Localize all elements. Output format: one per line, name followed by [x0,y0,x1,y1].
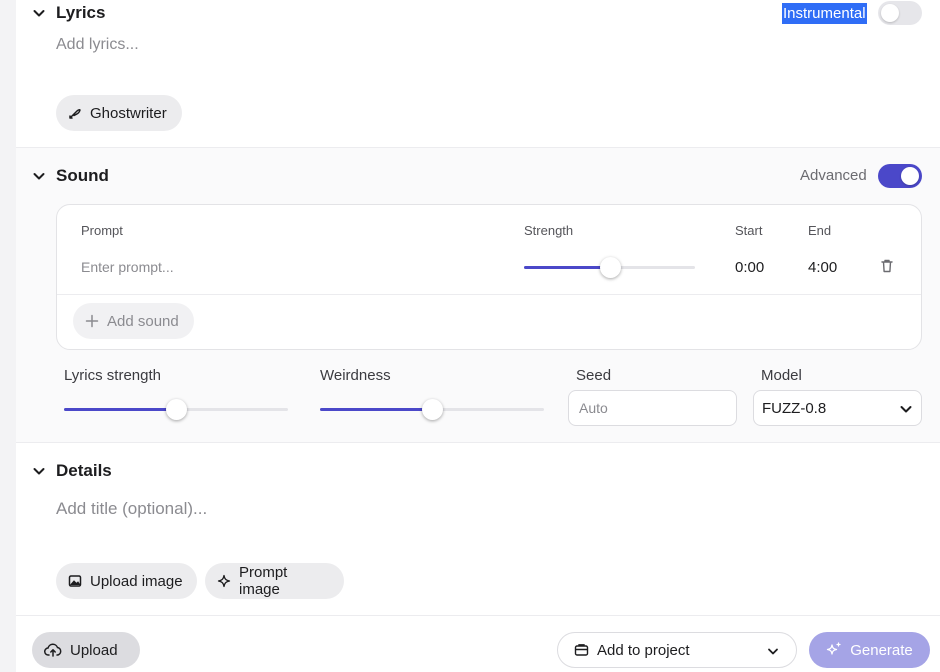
sound-section: Sound Advanced Prompt Strength Start End… [16,148,940,443]
upload-image-button[interactable]: Upload image [56,563,197,599]
prompt-column-header: Prompt [81,223,123,238]
model-value: FUZZ-0.8 [762,399,827,417]
lyrics-title: Lyrics [56,3,106,22]
lyrics-section: Lyrics Instrumental Add lyrics... Ghostw… [16,0,940,148]
generate-label: Generate [850,641,913,659]
stars-icon [827,642,841,655]
weirdness-slider[interactable] [320,399,544,420]
prompt-image-label: Prompt image [239,564,288,598]
add-sound-button[interactable]: Add sound [73,303,194,339]
image-icon [68,575,82,587]
pen-icon [69,109,81,119]
end-time[interactable]: 4:00 [808,259,837,276]
upload-label: Upload [70,641,118,659]
ghostwriter-button[interactable]: Ghostwriter [56,95,182,131]
generate-button[interactable]: Generate [809,632,930,668]
advanced-label: Advanced [800,167,867,184]
advanced-toggle[interactable] [878,164,922,188]
instrumental-label[interactable]: Instrumental [782,3,867,24]
seed-label: Seed [576,367,612,384]
model-label: Model [761,367,802,384]
chevron-down-icon [766,644,780,658]
sparkle-icon [217,574,231,588]
title-input[interactable]: Add title (optional)... [56,499,207,519]
chevron-down-icon [899,402,913,416]
details-section: Details Add title (optional)... Upload i… [16,443,940,616]
seed-input[interactable]: Auto [568,390,737,426]
card-divider [57,294,921,295]
weirdness-label: Weirdness [320,367,391,384]
lyrics-strength-slider[interactable] [64,399,288,420]
ghostwriter-label: Ghostwriter [90,104,167,122]
sound-title: Sound [56,166,109,185]
strength-slider-thumb[interactable] [600,257,621,278]
start-time[interactable]: 0:00 [735,259,764,276]
chevron-down-icon[interactable] [32,169,46,183]
add-to-project-label: Add to project [597,641,690,659]
seed-placeholder: Auto [579,400,608,416]
lyrics-strength-label: Lyrics strength [64,367,161,384]
sound-prompt-input[interactable]: Enter prompt... [81,259,174,275]
folder-icon [574,644,589,656]
sound-prompts-card: Prompt Strength Start End Enter prompt..… [56,204,922,350]
lyrics-strength-thumb[interactable] [166,399,187,420]
lyrics-input[interactable]: Add lyrics... [56,36,139,54]
chevron-down-icon[interactable] [32,464,46,478]
create-panel: Lyrics Instrumental Add lyrics... Ghostw… [16,0,940,672]
strength-column-header: Strength [524,223,574,238]
upload-button[interactable]: Upload [32,632,140,668]
plus-icon [85,314,99,328]
chevron-down-icon[interactable] [32,6,46,20]
footer-bar: Upload Add to project Generate [16,616,940,672]
add-sound-label: Add sound [107,312,179,330]
cloud-upload-icon [44,643,62,657]
details-header[interactable]: Details [16,458,940,484]
weirdness-thumb[interactable] [422,399,443,420]
model-select[interactable]: FUZZ-0.8 [753,390,922,426]
add-to-project-select[interactable]: Add to project [557,632,797,668]
start-column-header: Start [735,223,763,238]
details-title: Details [56,461,112,480]
prompt-image-button[interactable]: Prompt image [205,563,344,599]
trash-icon[interactable] [879,258,895,274]
strength-slider[interactable] [524,257,695,278]
instrumental-toggle[interactable] [878,1,922,25]
end-column-header: End [808,223,832,238]
upload-image-label: Upload image [90,572,183,590]
